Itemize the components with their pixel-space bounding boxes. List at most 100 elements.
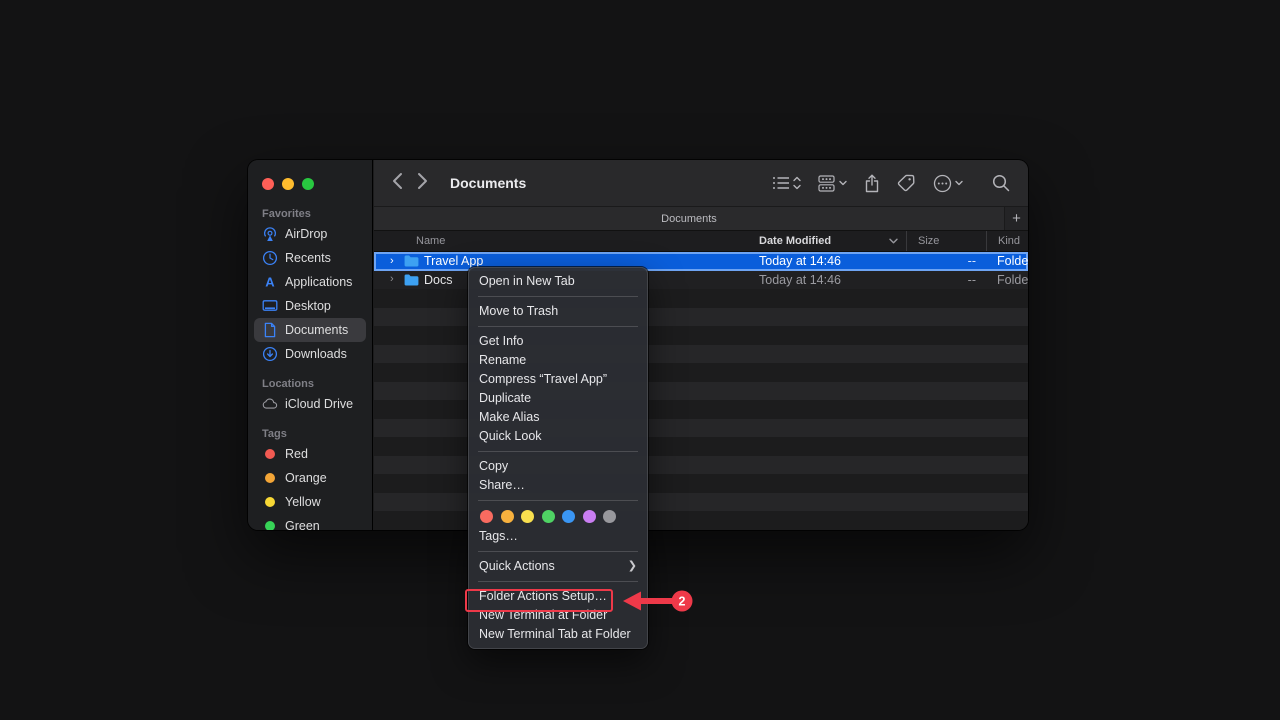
tab-bar: Documents + — [374, 206, 1028, 230]
tag-color-dot — [262, 446, 278, 462]
column-header: Name Date Modified Size Kind — [374, 230, 1028, 252]
menu-item-compress-travel-app[interactable]: Compress “Travel App” — [468, 370, 648, 389]
applications-icon: A — [262, 274, 278, 290]
annotation-step-badge: 2 — [679, 595, 686, 609]
view-list-icon[interactable] — [772, 175, 801, 191]
menu-item-new-terminal-tab-at-folder[interactable]: New Terminal Tab at Folder — [468, 625, 648, 644]
sidebar-item-downloads[interactable]: Downloads — [254, 342, 366, 366]
tag-color-dot[interactable] — [603, 510, 616, 523]
minimize-button[interactable] — [282, 178, 294, 190]
more-icon[interactable] — [933, 174, 963, 193]
menu-item-label: Open in New Tab — [479, 272, 575, 291]
sidebar-item-label: AirDrop — [285, 227, 327, 241]
sidebar-item-label: Orange — [285, 471, 327, 485]
tag-color-dot[interactable] — [501, 510, 514, 523]
sidebar-section-label: Locations — [248, 376, 372, 392]
kind-cell: Folder — [986, 254, 1028, 268]
sidebar-item-label: Applications — [285, 275, 352, 289]
menu-separator — [478, 500, 638, 501]
close-button[interactable] — [262, 178, 274, 190]
submenu-chevron-icon: ❯ — [628, 557, 637, 576]
column-date-modified[interactable]: Date Modified — [759, 231, 906, 251]
group-by-icon[interactable] — [818, 175, 847, 192]
sort-chevron-icon — [889, 238, 898, 244]
menu-item-get-info[interactable]: Get Info — [468, 332, 648, 351]
sidebar-item-label: Yellow — [285, 495, 321, 509]
sidebar-item-yellow[interactable]: Yellow — [254, 490, 366, 514]
menu-separator — [478, 296, 638, 297]
zoom-button[interactable] — [302, 178, 314, 190]
menu-item-duplicate[interactable]: Duplicate — [468, 389, 648, 408]
sidebar-item-icloud-drive[interactable]: iCloud Drive — [254, 392, 366, 416]
menu-item-tags[interactable]: Tags… — [468, 527, 648, 546]
share-icon[interactable] — [864, 174, 880, 193]
menu-item-label: Quick Actions — [479, 557, 555, 576]
menu-item-copy[interactable]: Copy — [468, 457, 648, 476]
annotation-highlight-box — [465, 589, 613, 612]
tag-color-dot[interactable] — [542, 510, 555, 523]
tag-color-dot[interactable] — [521, 510, 534, 523]
menu-item-label: Share… — [479, 476, 525, 495]
date-modified-cell: Today at 14:46 — [759, 273, 906, 287]
sidebar-item-label: iCloud Drive — [285, 397, 353, 411]
size-cell: -- — [906, 273, 986, 287]
sidebar-item-green[interactable]: Green — [254, 514, 366, 530]
sidebar-item-applications[interactable]: A Applications — [254, 270, 366, 294]
cloud-icon — [262, 396, 278, 412]
airdrop-icon — [262, 226, 278, 242]
sidebar-item-label: Downloads — [285, 347, 347, 361]
sidebar-gap — [248, 366, 372, 376]
sidebar-item-desktop[interactable]: Desktop — [254, 294, 366, 318]
forward-button[interactable] — [417, 172, 428, 195]
menu-item-label: Get Info — [479, 332, 523, 351]
back-button[interactable] — [392, 172, 403, 195]
menu-item-make-alias[interactable]: Make Alias — [468, 408, 648, 427]
disclosure-chevron-icon[interactable]: › — [390, 274, 399, 285]
sidebar-item-orange[interactable]: Orange — [254, 466, 366, 490]
tag-color-dot[interactable] — [583, 510, 596, 523]
menu-separator — [478, 326, 638, 327]
sidebar-item-label: Red — [285, 447, 308, 461]
sidebar-item-label: Green — [285, 519, 320, 530]
window-title: Documents — [450, 175, 526, 191]
annotation-arrow: 2 — [616, 583, 696, 619]
column-size[interactable]: Size — [906, 231, 986, 251]
tag-icon[interactable] — [897, 174, 916, 192]
menu-item-label: Move to Trash — [479, 302, 558, 321]
disclosure-chevron-icon[interactable]: › — [390, 256, 399, 267]
menu-item-label: Make Alias — [479, 408, 539, 427]
sidebar-item-recents[interactable]: Recents — [254, 246, 366, 270]
menu-item-move-to-trash[interactable]: Move to Trash — [468, 302, 648, 321]
column-kind[interactable]: Kind — [986, 231, 1028, 251]
tab-documents[interactable]: Documents — [374, 207, 1005, 230]
sidebar-item-airdrop[interactable]: AirDrop — [254, 222, 366, 246]
sidebar-item-label: Desktop — [285, 299, 331, 313]
folder-icon — [404, 255, 419, 267]
menu-item-open-in-new-tab[interactable]: Open in New Tab — [468, 272, 648, 291]
clock-icon — [262, 250, 278, 266]
size-cell: -- — [906, 254, 986, 268]
menu-item-rename[interactable]: Rename — [468, 351, 648, 370]
menu-item-quick-look[interactable]: Quick Look — [468, 427, 648, 446]
column-name[interactable]: Name — [374, 231, 759, 251]
svg-text:A: A — [265, 275, 275, 290]
search-icon[interactable] — [992, 174, 1010, 192]
menu-item-quick-actions[interactable]: Quick Actions ❯ — [468, 557, 648, 576]
menu-item-share[interactable]: Share… — [468, 476, 648, 495]
menu-item-label: New Terminal Tab at Folder — [479, 625, 631, 644]
tag-color-dot — [262, 494, 278, 510]
desktop-background: FavoritesAirDropRecentsAApplicationsDesk… — [0, 0, 1280, 720]
menu-item-label: Copy — [479, 457, 508, 476]
menu-item-label: Compress “Travel App” — [479, 370, 607, 389]
tag-color-dot[interactable] — [562, 510, 575, 523]
new-tab-button[interactable]: + — [1005, 207, 1028, 230]
menu-tag-colors — [468, 506, 648, 527]
menu-separator — [478, 581, 638, 582]
menu-item-label: Rename — [479, 351, 526, 370]
tag-color-dot[interactable] — [480, 510, 493, 523]
tag-color-dot — [262, 470, 278, 486]
downloads-icon — [262, 346, 278, 362]
date-modified-cell: Today at 14:46 — [759, 254, 906, 268]
sidebar-item-documents[interactable]: Documents — [254, 318, 366, 342]
sidebar-item-red[interactable]: Red — [254, 442, 366, 466]
